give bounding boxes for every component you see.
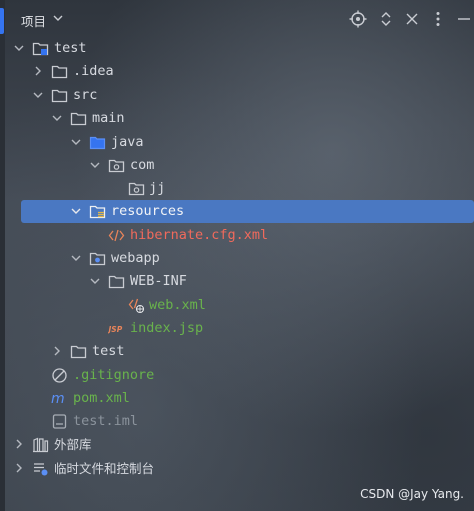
library-icon [33, 437, 49, 453]
tree-item-web-xml[interactable]: web.xml [0, 294, 474, 317]
tree-item-com[interactable]: com [0, 154, 474, 177]
locate-icon[interactable] [349, 10, 367, 28]
minimize-icon[interactable] [455, 10, 473, 28]
tree-item-label: 临时文件和控制台 [54, 461, 155, 476]
tree-item-label: hibernate.cfg.xml [130, 227, 269, 243]
tree-item-label: WEB-INF [130, 273, 187, 289]
tree-item-label: com [130, 157, 155, 173]
tree-item-label: resources [111, 203, 185, 219]
tree-item-label: pom.xml [73, 390, 130, 406]
tree-item-label: index.jsp [130, 320, 204, 336]
tree-item-label: java [111, 134, 144, 150]
chevron-down-icon[interactable] [51, 112, 63, 124]
scratches-icon [34, 463, 48, 476]
tree-item-label: src [73, 87, 98, 103]
folder-icon [70, 112, 87, 126]
tree-item-label: .gitignore [73, 367, 155, 383]
ignore-file-icon [52, 368, 67, 383]
chevron-right-icon[interactable] [51, 345, 63, 357]
chevron-down-icon[interactable] [32, 89, 44, 101]
iml-file-icon [52, 414, 67, 429]
tree-item-label: test [92, 343, 125, 359]
tree-item-label: web.xml [149, 297, 206, 313]
tree-item-external-libraries[interactable]: 外部库 [0, 433, 474, 456]
package-icon [128, 182, 145, 196]
jsp-file-icon: JSP [108, 325, 123, 334]
chevron-down-icon[interactable] [70, 252, 82, 264]
close-icon[interactable] [403, 10, 421, 28]
tree-item-src[interactable]: src [0, 84, 474, 107]
tree-item-test-root[interactable]: test [0, 37, 474, 60]
watermark: CSDN @Jay Yang. [360, 487, 464, 501]
tree-item-test[interactable]: test [0, 340, 474, 363]
tree-item-jj[interactable]: jj [0, 177, 474, 200]
maven-icon: m [51, 391, 65, 407]
tree-item-resources[interactable]: resources [21, 200, 474, 223]
tree-item-label: main [92, 110, 125, 126]
tree-item-label: .idea [73, 63, 114, 79]
tree-item-web-inf[interactable]: WEB-INF [0, 270, 474, 293]
tree-item-scratches-and-consoles[interactable]: 临时文件和控制台 [0, 457, 474, 480]
chevron-down-icon[interactable] [70, 205, 82, 217]
tree-item-hibernate-cfg[interactable]: hibernate.cfg.xml [0, 224, 474, 247]
tree-item-gitignore[interactable]: .gitignore [0, 364, 474, 387]
project-panel-header: 项目 [8, 0, 474, 38]
tree-item-pom-xml[interactable]: m pom.xml [0, 387, 474, 410]
source-root-folder-icon [89, 136, 106, 150]
folder-icon [51, 65, 68, 79]
expand-collapse-icon[interactable] [377, 10, 395, 28]
chevron-down-icon[interactable] [13, 42, 25, 54]
package-icon [108, 159, 125, 173]
resources-root-folder-icon [89, 205, 106, 219]
folder-icon [51, 89, 68, 103]
tree-item-java[interactable]: java [0, 131, 474, 154]
svg-text:JSP: JSP [108, 325, 123, 334]
svg-text:m: m [51, 391, 65, 407]
chevron-down-icon[interactable] [89, 275, 101, 287]
chevron-down-icon[interactable] [70, 136, 82, 148]
panel-title[interactable]: 项目 [21, 11, 46, 30]
more-options-icon[interactable] [429, 10, 447, 28]
tree-item-label: test.iml [73, 413, 139, 429]
tree-item-label: 外部库 [54, 437, 92, 452]
module-folder-icon [32, 42, 49, 56]
folder-icon [70, 345, 87, 359]
tree-item-main[interactable]: main [0, 107, 474, 130]
stripe-active-marker[interactable] [0, 8, 4, 34]
chevron-down-icon[interactable] [51, 11, 65, 25]
web-folder-icon [89, 252, 106, 266]
xml-file-icon [108, 229, 125, 242]
tree-item-label: jj [149, 180, 166, 196]
tree-item-webapp[interactable]: webapp [0, 247, 474, 270]
chevron-right-icon[interactable] [13, 438, 25, 450]
chevron-down-icon[interactable] [89, 159, 101, 171]
tree-item-idea[interactable]: .idea [0, 60, 474, 83]
tree-item-test-iml[interactable]: test.iml [0, 410, 474, 433]
chevron-right-icon[interactable] [13, 462, 25, 474]
chevron-right-icon[interactable] [32, 65, 44, 77]
web-xml-file-icon [128, 298, 145, 314]
tree-item-label: test [54, 40, 87, 56]
folder-icon [108, 275, 125, 289]
tree-item-label: webapp [111, 250, 160, 266]
tree-item-index-jsp[interactable]: JSP index.jsp [0, 317, 474, 340]
